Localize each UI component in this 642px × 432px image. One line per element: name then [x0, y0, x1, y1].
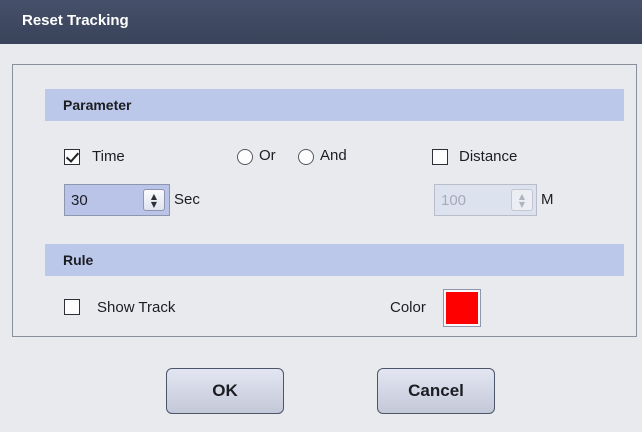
reset-tracking-dialog: Reset Tracking Parameter Time Or And Dis…	[0, 0, 642, 432]
show-track-label: Show Track	[97, 299, 176, 316]
parameter-section-title: Parameter	[63, 97, 132, 113]
time-checkbox[interactable]	[64, 149, 80, 165]
color-label: Color	[390, 299, 426, 316]
time-spin-button[interactable]: ▲ ▼	[143, 189, 165, 211]
and-label: And	[320, 147, 347, 164]
ok-button[interactable]: OK	[166, 368, 284, 414]
distance-spinner: ▲ ▼	[434, 184, 537, 216]
distance-label: Distance	[459, 148, 518, 165]
show-track-checkbox[interactable]	[64, 299, 80, 315]
distance-unit-label: M	[541, 191, 554, 208]
spin-down-icon[interactable]: ▼	[512, 201, 532, 209]
rule-section-title: Rule	[63, 252, 94, 268]
distance-checkbox[interactable]	[432, 149, 448, 165]
rule-section-header: Rule	[45, 244, 624, 276]
time-label: Time	[92, 148, 125, 165]
or-radio[interactable]	[237, 149, 253, 165]
and-radio[interactable]	[298, 149, 314, 165]
time-spinner: ▲ ▼	[64, 184, 170, 216]
time-unit-label: Sec	[174, 191, 200, 208]
or-label: Or	[259, 147, 276, 164]
parameter-section-header: Parameter	[45, 89, 624, 121]
color-swatch[interactable]	[443, 289, 481, 327]
title-bar[interactable]: Reset Tracking	[0, 0, 642, 44]
spin-down-icon[interactable]: ▼	[144, 201, 164, 209]
dialog-title: Reset Tracking	[22, 12, 129, 29]
distance-spin-button[interactable]: ▲ ▼	[511, 189, 533, 211]
cancel-button[interactable]: Cancel	[377, 368, 495, 414]
